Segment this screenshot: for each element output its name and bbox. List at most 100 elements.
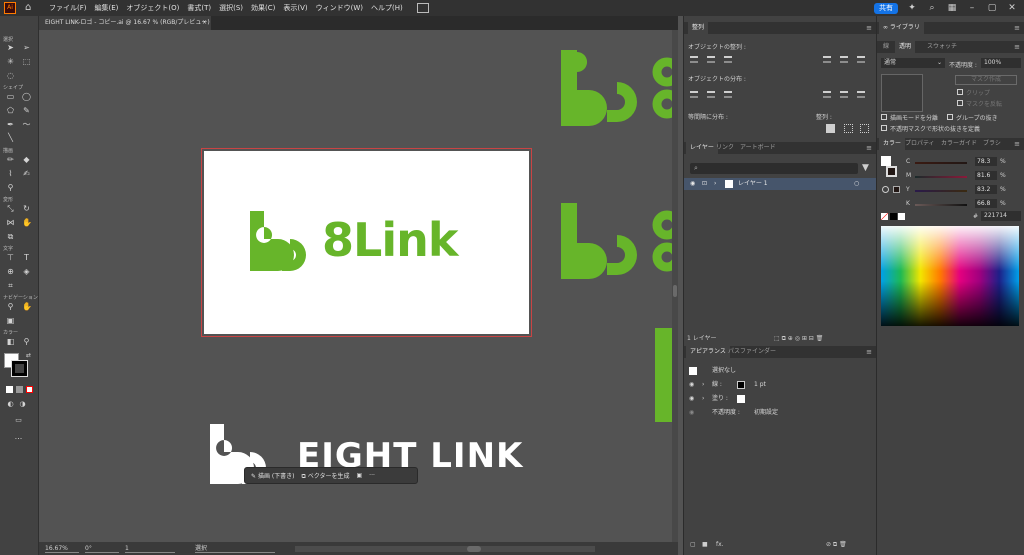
direct-selection-tool-icon[interactable]: ➢ <box>22 43 31 52</box>
mesh-tool-icon[interactable]: ⌗ <box>6 281 15 290</box>
channel-y-value[interactable]: 83.2 <box>975 185 997 194</box>
stroke-color-swatch[interactable] <box>737 381 745 389</box>
brush-tool-icon[interactable]: ⌇ <box>6 169 15 178</box>
layers-footer-icons[interactable]: ⬚ ⧉ ⊕ ◎ ⊞ ⊟ 🗑 <box>774 332 823 346</box>
rectangle-tool-icon[interactable]: ▭ <box>6 92 15 101</box>
menu-window[interactable]: ウィンドウ(W) <box>316 3 363 13</box>
stroke-weight[interactable]: 1 pt <box>754 378 766 391</box>
tab-stroke[interactable]: 線 <box>879 41 893 53</box>
search-icon[interactable]: ⌕ <box>926 3 938 13</box>
align-hcenter-icon[interactable] <box>707 56 715 63</box>
dist-bottom-icon[interactable] <box>724 91 732 98</box>
artboard-tool-icon[interactable]: ⬚ <box>22 57 31 66</box>
libraries-menu-icon[interactable]: ≡ <box>1014 22 1020 34</box>
filter-icon[interactable]: ▼ <box>862 163 869 173</box>
line-tool-icon[interactable]: ╲ <box>6 133 15 142</box>
draw-inside-icon[interactable]: ◑ <box>18 400 27 409</box>
align-right-icon[interactable] <box>724 56 732 63</box>
add-effect-button[interactable]: fx. <box>716 538 724 552</box>
dist-vcenter-icon[interactable] <box>707 91 715 98</box>
color-stroke-swatch[interactable] <box>886 166 897 177</box>
width-tool-icon[interactable]: ⋈ <box>6 218 15 227</box>
tab-properties[interactable]: プロパティ <box>901 138 939 150</box>
align-to-artboard-icon[interactable] <box>860 124 869 133</box>
gamut-swatch[interactable] <box>893 186 900 193</box>
color-mode-icon[interactable] <box>6 386 13 393</box>
layer-target-icon[interactable]: ○ <box>854 178 859 190</box>
tab-links[interactable]: リンク <box>712 142 738 154</box>
appearance-fill-row[interactable]: ◉ › 塗り : <box>684 392 877 405</box>
image-icon[interactable]: ▣ <box>357 472 363 479</box>
arrange-documents-icon[interactable] <box>416 3 429 13</box>
opacity-visibility-icon[interactable]: ◉ <box>689 406 694 419</box>
sketch-button[interactable]: ✎ 描画 (下書き) <box>251 471 295 480</box>
close-window-icon[interactable]: ✕ <box>1006 3 1018 13</box>
artboard[interactable]: 8Link <box>201 148 532 337</box>
appearance-opacity-row[interactable]: ◉ 不透明度 : 初期設定 <box>684 406 877 419</box>
channel-m-value[interactable]: 81.6 <box>975 171 997 180</box>
polygon-tool-icon[interactable]: ⬠ <box>6 106 15 115</box>
tab-align[interactable]: 整列 <box>688 22 709 34</box>
layer-row[interactable]: ◉ ⊡ › レイヤー 1 ○ <box>684 178 877 190</box>
home-icon[interactable]: ⌂ <box>25 3 35 13</box>
swap-colors-icon[interactable]: ⇄ <box>24 351 33 360</box>
tab-color-guide[interactable]: カラーガイド <box>937 138 981 150</box>
stroke-visibility-icon[interactable]: ◉ <box>689 378 694 391</box>
tab-swatches[interactable]: スウォッチ <box>923 41 961 53</box>
rotate-tool-icon[interactable]: ↻ <box>22 204 31 213</box>
hex-field[interactable]: 221714 <box>981 211 1021 221</box>
edit-toolbar-icon[interactable]: ... <box>14 432 23 441</box>
align-to-selection-icon[interactable] <box>826 124 835 133</box>
add-stroke-icon[interactable]: ▢ <box>690 538 696 552</box>
opacity-shape-checkbox[interactable] <box>881 125 887 131</box>
add-fill-icon[interactable]: ■ <box>702 538 708 552</box>
channel-k-value[interactable]: 66.8 <box>975 199 997 208</box>
lock-icon[interactable]: ⊡ <box>702 178 707 190</box>
draw-mode-icon[interactable]: ◐ <box>6 400 15 409</box>
align-bottom-icon[interactable] <box>857 56 865 63</box>
transparency-menu-icon[interactable]: ≡ <box>1014 41 1020 53</box>
zoom-tool-icon[interactable]: ⚲ <box>6 302 15 311</box>
stroke-expand-icon[interactable]: › <box>702 378 704 391</box>
invert-mask-checkbox[interactable] <box>957 100 963 106</box>
white-color-icon[interactable] <box>898 213 905 220</box>
eyedropper-tool-icon[interactable]: ⚲ <box>6 183 15 192</box>
minimize-icon[interactable]: – <box>966 3 978 13</box>
layers-panel-menu-icon[interactable]: ≡ <box>866 142 872 154</box>
document-tab[interactable]: EIGHT LINK-ロゴ - コピー.ai @ 16.67 % (RGB/プレ… <box>39 16 211 30</box>
black-color-icon[interactable] <box>890 213 897 220</box>
color-menu-icon[interactable]: ≡ <box>1014 138 1020 150</box>
gradient-tool-icon[interactable]: ◧ <box>6 337 15 346</box>
selection-tool-icon[interactable]: ➤ <box>6 43 15 52</box>
more-options-button[interactable]: ··· <box>369 472 375 479</box>
none-mode-icon[interactable] <box>26 386 33 393</box>
dist-right-icon[interactable] <box>857 91 865 98</box>
panel-menu-icon[interactable]: ≡ <box>866 22 872 34</box>
magic-wand-tool-icon[interactable]: ✳ <box>6 57 15 66</box>
share-button[interactable]: 共有 <box>874 2 898 14</box>
warp-tool-icon[interactable]: ✋ <box>22 218 32 227</box>
menu-help[interactable]: ヘルプ(H) <box>371 3 403 13</box>
ellipse-tool-icon[interactable]: ◯ <box>22 92 31 101</box>
menu-object[interactable]: オブジェクト(O) <box>126 3 179 13</box>
isolate-blending-checkbox[interactable] <box>881 114 887 120</box>
lasso-tool-icon[interactable]: ◌ <box>6 71 15 80</box>
none-color-icon[interactable] <box>881 213 888 220</box>
make-mask-button[interactable]: マスク作成 <box>955 75 1017 85</box>
canvas[interactable]: 8Link EIGHT LINK <box>39 30 672 542</box>
tab-brushes[interactable]: ブラシ <box>979 138 1005 150</box>
eyedropper-tool-2-icon[interactable]: ⚲ <box>22 337 31 346</box>
free-transform-tool-icon[interactable]: ⧉ <box>6 232 15 241</box>
curvature-tool-icon[interactable]: 〜 <box>22 120 31 129</box>
horizontal-scrollbar[interactable] <box>295 545 595 552</box>
menu-file[interactable]: ファイル(F) <box>49 3 87 13</box>
fill-visibility-icon[interactable]: ◉ <box>689 392 694 405</box>
clear-appearance-icon[interactable]: ⊘ ⧉ 🗑 <box>826 538 847 552</box>
appearance-stroke-row[interactable]: ◉ › 線 : 1 pt <box>684 378 877 391</box>
zoom-level-field[interactable]: 16.67% <box>45 544 79 553</box>
tab-artboards[interactable]: アートボード <box>736 142 780 154</box>
color-fill-swatch[interactable] <box>881 156 891 166</box>
maximize-icon[interactable]: ▢ <box>986 3 998 13</box>
fill-expand-icon[interactable]: › <box>702 392 704 405</box>
menu-edit[interactable]: 編集(E) <box>95 3 119 13</box>
